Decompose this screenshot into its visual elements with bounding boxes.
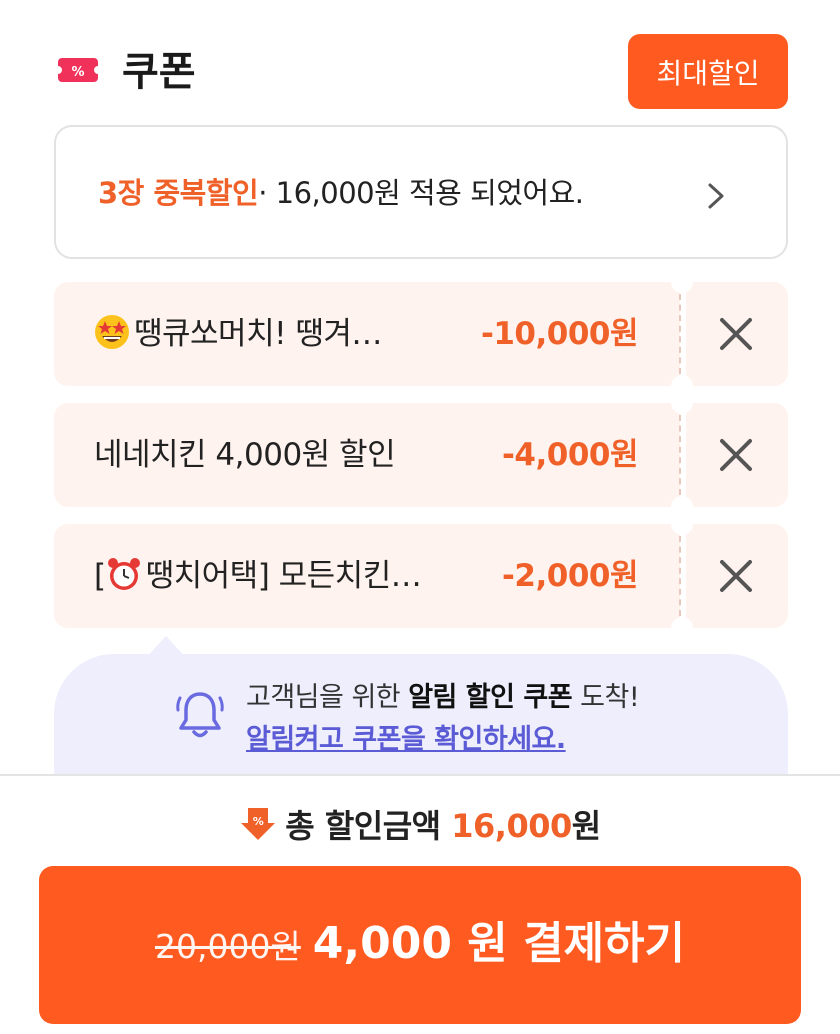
total-discount: % 총 할인금액 16,000원 [0, 804, 840, 848]
pay-label: 4,000 원 결제하기 [312, 918, 686, 969]
coupon-amount: -10,000원 [480, 316, 639, 352]
discount-arrow-icon: % [241, 808, 276, 840]
original-price: 20,000원 [154, 927, 301, 966]
svg-text:%: % [253, 815, 264, 828]
chevron-right-icon [708, 183, 724, 209]
bell-icon [176, 692, 224, 738]
coupon-item: [ 땡치어택] 모든치킨… -2,000원 [54, 513, 788, 639]
pay-button[interactable]: 20,000원 4,000 원 결제하기 [39, 866, 801, 1024]
coupon-amount: -4,000원 [502, 437, 638, 473]
notice-message: 고객님을 위한 알림 할인 쿠폰 도착! [246, 682, 640, 713]
checkout-footer: % 총 할인금액 16,000원 20,000원 4,000 원 결제하기 [0, 774, 840, 1034]
alarm-clock-icon [107, 558, 140, 590]
coupon-header: % 쿠폰 최대할인 [54, 34, 788, 110]
summary-accent: 3장 중복할인 [98, 176, 259, 210]
svg-text:%: % [71, 65, 84, 80]
summary-rest: · 16,000원 적용 되었어요. [258, 176, 584, 210]
coupon-name: [ 땡치어택] 모든치킨… [94, 558, 422, 594]
coupon-name: 네네치킨 4,000원 할인 [94, 437, 396, 473]
close-icon[interactable] [716, 314, 756, 354]
page-title: 쿠폰 [122, 49, 196, 95]
coupon-ticket-icon: % [58, 58, 98, 82]
close-icon[interactable] [716, 435, 756, 475]
close-icon[interactable] [716, 556, 756, 596]
applied-discount-summary[interactable]: 3장 중복할인· 16,000원 적용 되었어요. [54, 125, 788, 259]
notification-coupon-banner[interactable]: 고객님을 위한 알림 할인 쿠폰 도착! 알림켜고 쿠폰을 확인하세요. [54, 654, 788, 774]
coupon-amount: -2,000원 [502, 558, 638, 594]
coupon-item: 네네치킨 4,000원 할인 -4,000원 [54, 392, 788, 518]
coupon-item: 땡큐쏘머치! 땡겨… -10,000원 [54, 271, 788, 397]
max-discount-button[interactable]: 최대할인 [628, 34, 788, 109]
notice-link[interactable]: 알림켜고 쿠폰을 확인하세요. [246, 722, 566, 758]
summary-text: 3장 중복할인· 16,000원 적용 되었어요. [98, 173, 584, 213]
coupon-name: 땡큐쏘머치! 땡겨… [94, 312, 382, 356]
star-struck-face-icon [95, 315, 129, 349]
